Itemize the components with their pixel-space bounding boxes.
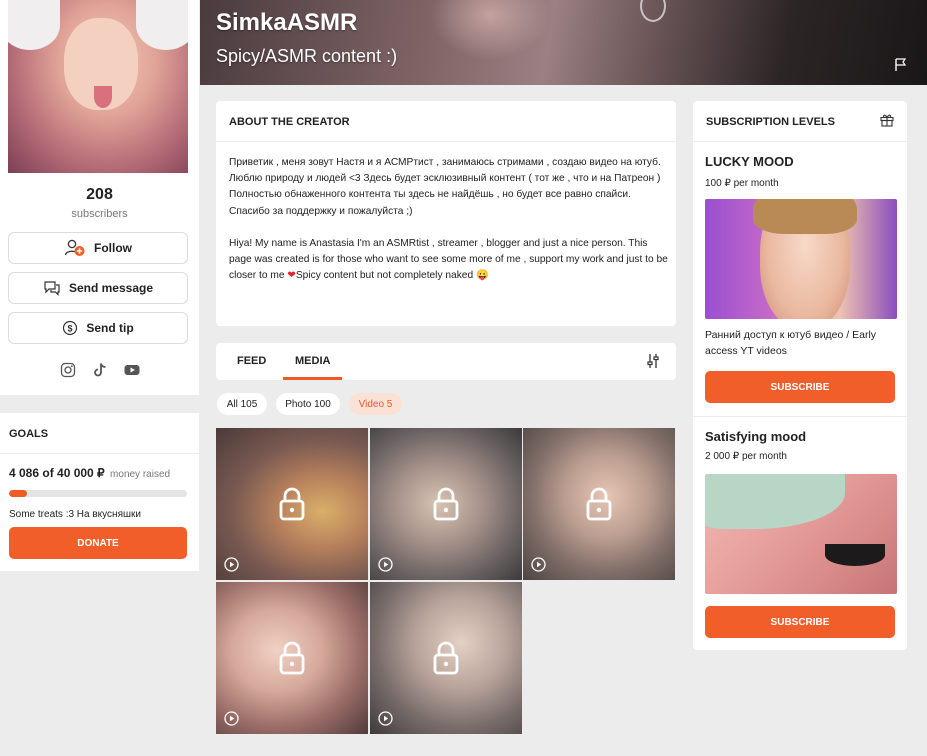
- tier-price: 2 000 ₽ per month: [705, 451, 787, 462]
- video-play-icon: [224, 557, 239, 572]
- about-en-tail: Spicy content but not completely naked: [295, 270, 474, 282]
- send-tip-button[interactable]: $ Send tip: [8, 312, 188, 344]
- creator-tagline: Spicy/ASMR content :): [216, 46, 398, 66]
- about-ru-thanks: Спасибо за поддержку и пожалуйста ;): [229, 205, 413, 217]
- filter-all[interactable]: All 105: [217, 393, 267, 415]
- avatar: [8, 0, 188, 173]
- about-en-paragraph: Hiya! My name is Anastasia I'm an ASMRti…: [229, 236, 669, 285]
- about-text: Приветик , меня зовут Настя и я АСМРтист…: [229, 155, 669, 284]
- goals-title: GOALS: [9, 428, 49, 440]
- chat-icon: [44, 281, 60, 296]
- about-ru-text: Приветик , меня зовут Настя и я АСМРтист…: [229, 157, 661, 201]
- goal-description: Some treats :3 На вкусняшки: [9, 509, 141, 520]
- tier-image-shirt: [705, 474, 845, 529]
- instagram-icon[interactable]: [60, 362, 76, 378]
- heart-icon: ❤: [287, 270, 296, 282]
- follow-button[interactable]: Follow: [8, 232, 188, 264]
- tier-image-detail: [825, 544, 885, 566]
- flag-icon[interactable]: [895, 58, 907, 72]
- divider: [693, 416, 907, 417]
- lock-icon: [433, 487, 459, 521]
- video-play-icon: [224, 711, 239, 726]
- tier-image: [705, 474, 897, 594]
- creator-name: SimkaASMR: [216, 9, 358, 36]
- divider: [216, 141, 676, 142]
- donate-button[interactable]: DONATE: [9, 527, 187, 559]
- lock-icon: [279, 641, 305, 675]
- about-title: ABOUT THE CREATOR: [229, 116, 350, 128]
- tier-description: Ранний доступ к ютуб видео / Early acces…: [705, 329, 877, 357]
- subscribe-button[interactable]: SUBSCRIBE: [705, 371, 895, 403]
- tab-media[interactable]: MEDIA: [295, 355, 330, 367]
- social-links: [0, 362, 199, 378]
- avatar-ear: [136, 0, 188, 50]
- tier-name: Satisfying mood: [705, 429, 807, 444]
- tier-image: [705, 199, 897, 319]
- cover-banner: SimkaASMR Spicy/ASMR content :): [200, 0, 927, 85]
- media-item[interactable]: [523, 428, 675, 580]
- filter-photo[interactable]: Photo 100: [276, 393, 340, 415]
- goal-progress-fill: [9, 490, 28, 497]
- tiktok-icon[interactable]: [92, 362, 108, 378]
- subscription-levels-title: SUBSCRIPTION LEVELS: [706, 116, 835, 128]
- send-tip-label: Send tip: [86, 321, 134, 335]
- send-message-button[interactable]: Send message: [8, 272, 188, 304]
- media-item[interactable]: [216, 428, 368, 580]
- media-item[interactable]: [216, 582, 368, 734]
- avatar-detail: [94, 86, 112, 108]
- tier-image-hair: [753, 199, 857, 234]
- media-item[interactable]: [370, 582, 522, 734]
- filter-settings-icon[interactable]: [646, 353, 660, 369]
- svg-text:$: $: [68, 324, 73, 334]
- tier-price: 100 ₽ per month: [705, 178, 779, 189]
- goal-amount: 4 086 of 40 000 ₽ money raised: [9, 466, 170, 480]
- divider: [0, 453, 199, 454]
- follow-label: Follow: [94, 241, 132, 255]
- lock-icon: [279, 487, 305, 521]
- subscribe-button[interactable]: SUBSCRIBE: [705, 606, 895, 638]
- lock-icon: [433, 641, 459, 675]
- gift-icon: [880, 114, 894, 127]
- tier-name: LUCKY MOOD: [705, 154, 794, 169]
- filter-video[interactable]: Video 5: [349, 393, 402, 415]
- video-play-icon: [378, 711, 393, 726]
- about-card: ABOUT THE CREATOR Приветик , меня зовут …: [216, 101, 676, 326]
- profile-card: 208 subscribers Follow Send message $ Se…: [0, 0, 199, 395]
- goals-card: GOALS 4 086 of 40 000 ₽ money raised Som…: [0, 413, 199, 571]
- emoji-icon: 😛: [475, 270, 489, 282]
- tab-feed[interactable]: FEED: [237, 355, 266, 367]
- follow-user-plus-icon: [64, 239, 85, 256]
- video-play-icon: [378, 557, 393, 572]
- send-message-label: Send message: [68, 281, 154, 295]
- subscription-levels-card: SUBSCRIPTION LEVELS LUCKY MOOD 100 ₽ per…: [693, 101, 907, 650]
- video-play-icon: [531, 557, 546, 572]
- coin-icon: $: [63, 320, 78, 336]
- active-tab-indicator: [283, 377, 342, 380]
- goal-progress-bar: [9, 490, 187, 497]
- goal-amount-suffix: money raised: [110, 469, 171, 480]
- subscribers-count: 208: [86, 186, 113, 203]
- content-tabs: FEED MEDIA: [216, 343, 676, 380]
- lock-icon: [586, 487, 612, 521]
- avatar-ear: [8, 0, 60, 50]
- divider: [693, 141, 907, 142]
- youtube-icon[interactable]: [124, 362, 140, 378]
- subscribers-label: subscribers: [71, 208, 128, 220]
- media-item[interactable]: [370, 428, 522, 580]
- goal-amount-value: 4 086 of 40 000 ₽: [9, 466, 105, 480]
